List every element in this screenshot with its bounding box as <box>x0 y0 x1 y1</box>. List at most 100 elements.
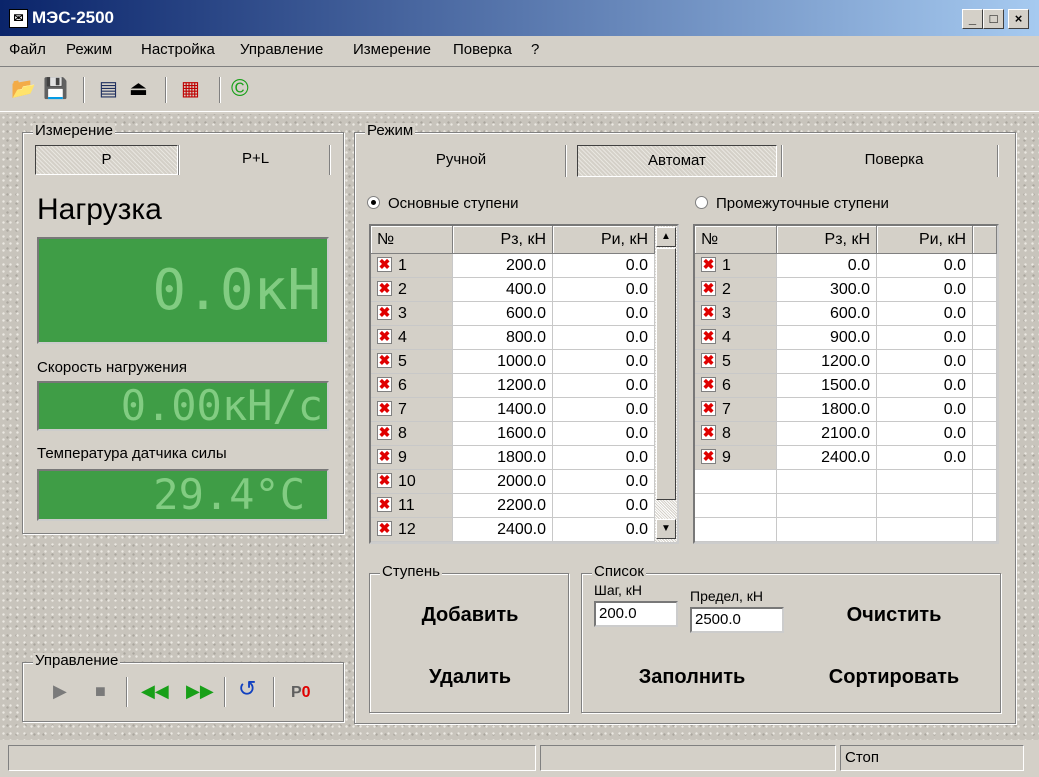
step-checkbox[interactable]: ✖ <box>377 329 392 345</box>
step-checkbox[interactable]: ✖ <box>377 353 392 369</box>
tab-manual[interactable]: Ручной <box>361 145 561 177</box>
table-row[interactable]: ✖ 8 1600.0 0.0 <box>371 422 655 446</box>
open-folder-icon[interactable]: 📂 <box>11 78 36 100</box>
step-checkbox[interactable]: ✖ <box>701 281 716 297</box>
stop-icon[interactable]: ■ <box>95 681 106 701</box>
col-number-header[interactable]: № <box>695 226 777 253</box>
step-number-cell <box>695 470 777 494</box>
step-checkbox[interactable]: ✖ <box>377 305 392 321</box>
table-row[interactable]: ✖ 3 600.0 0.0 <box>371 302 655 326</box>
step-checkbox[interactable]: ✖ <box>377 521 392 537</box>
table-row[interactable]: ✖ 4 900.0 0.0 <box>695 326 997 350</box>
col-target-header[interactable]: Рз, кН <box>777 226 877 253</box>
tab-auto[interactable]: Автомат <box>577 145 777 177</box>
spare-cell <box>973 374 997 398</box>
maximize-button[interactable]: □ <box>983 9 1004 29</box>
table-row[interactable]: ✖ 9 1800.0 0.0 <box>371 446 655 470</box>
copyright-icon[interactable]: © <box>231 77 249 101</box>
col-measured-header[interactable]: Ри, кН <box>553 226 655 253</box>
table-row[interactable]: ✖ 11 2200.0 0.0 <box>371 494 655 518</box>
table-row[interactable]: ✖ 7 1400.0 0.0 <box>371 398 655 422</box>
table-row[interactable] <box>695 470 997 494</box>
table-row[interactable]: ✖ 5 1000.0 0.0 <box>371 350 655 374</box>
scroll-thumb[interactable] <box>656 248 676 500</box>
measured-load-cell <box>877 494 973 518</box>
col-measured-header[interactable]: Ри, кН <box>877 226 973 253</box>
play-icon[interactable]: ▶ <box>53 681 67 701</box>
minimize-button[interactable]: _ <box>962 9 983 29</box>
col-target-header[interactable]: Рз, кН <box>453 226 553 253</box>
close-button[interactable]: × <box>1008 9 1029 29</box>
table-row[interactable] <box>695 518 997 542</box>
step-checkbox[interactable]: ✖ <box>701 305 716 321</box>
table-row[interactable]: ✖ 12 2400.0 0.0 <box>371 518 655 542</box>
tab-verification[interactable]: Поверка <box>789 145 999 177</box>
clear-list-button[interactable]: Очистить <box>804 604 984 627</box>
step-checkbox[interactable]: ✖ <box>701 401 716 417</box>
table-row[interactable]: ✖ 6 1200.0 0.0 <box>371 374 655 398</box>
step-checkbox[interactable]: ✖ <box>377 377 392 393</box>
tab-divider <box>781 145 783 177</box>
save-disk-icon[interactable]: 💾 <box>43 78 68 100</box>
step-checkbox[interactable]: ✖ <box>377 281 392 297</box>
step-checkbox[interactable]: ✖ <box>701 353 716 369</box>
limit-input[interactable]: 2500.0 <box>690 607 784 633</box>
table-row[interactable]: ✖ 5 1200.0 0.0 <box>695 350 997 374</box>
refresh-icon[interactable]: ↺ <box>238 678 256 700</box>
device-reset-icon[interactable]: ▦ <box>181 78 200 100</box>
step-checkbox[interactable]: ✖ <box>701 377 716 393</box>
tab-p-plus-l[interactable]: P+L <box>183 145 328 175</box>
radio-main-steps[interactable]: Основные ступени <box>367 195 519 212</box>
col-number-header[interactable]: № <box>371 226 453 253</box>
table-row[interactable]: ✖ 7 1800.0 0.0 <box>695 398 997 422</box>
scroll-up-button[interactable]: ▲ <box>656 227 676 247</box>
table-row[interactable]: ✖ 1 0.0 0.0 <box>695 254 997 278</box>
sort-list-button[interactable]: Сортировать <box>804 666 984 689</box>
menu-control[interactable]: Управление <box>240 41 323 58</box>
tab-p[interactable]: P <box>35 145 178 175</box>
step-checkbox[interactable]: ✖ <box>701 449 716 465</box>
step-checkbox[interactable]: ✖ <box>377 425 392 441</box>
menu-mode[interactable]: Режим <box>66 41 112 58</box>
table-row[interactable]: ✖ 6 1500.0 0.0 <box>695 374 997 398</box>
table-row[interactable]: ✖ 2 300.0 0.0 <box>695 278 997 302</box>
fast-forward-icon[interactable]: ▶▶ <box>186 681 214 701</box>
menu-measurement[interactable]: Измерение <box>353 41 431 58</box>
step-checkbox[interactable]: ✖ <box>701 257 716 273</box>
table-row[interactable]: ✖ 2 400.0 0.0 <box>371 278 655 302</box>
step-size-input[interactable]: 200.0 <box>594 601 678 627</box>
target-load-cell: 900.0 <box>777 326 877 350</box>
add-step-button[interactable]: Добавить <box>370 604 570 627</box>
step-checkbox[interactable]: ✖ <box>377 401 392 417</box>
step-checkbox[interactable]: ✖ <box>701 329 716 345</box>
menu-verification[interactable]: Поверка <box>453 41 512 58</box>
table-row[interactable]: ✖ 4 800.0 0.0 <box>371 326 655 350</box>
table-row[interactable]: ✖ 1 200.0 0.0 <box>371 254 655 278</box>
table-row[interactable]: ✖ 3 600.0 0.0 <box>695 302 997 326</box>
step-checkbox[interactable]: ✖ <box>377 257 392 273</box>
step-checkbox[interactable]: ✖ <box>377 449 392 465</box>
delete-step-button[interactable]: Удалить <box>370 666 570 689</box>
menu-settings[interactable]: Настройка <box>141 41 215 58</box>
table-row[interactable] <box>695 494 997 518</box>
table-row[interactable]: ✖ 8 2100.0 0.0 <box>695 422 997 446</box>
step-number: 2 <box>398 281 407 298</box>
chart-icon[interactable]: ✉ <box>9 9 28 28</box>
step-checkbox[interactable]: ✖ <box>377 497 392 513</box>
table-row[interactable]: ✖ 10 2000.0 0.0 <box>371 470 655 494</box>
scroll-down-button[interactable]: ▼ <box>656 519 676 539</box>
main-grid-scrollbar[interactable]: ▲ ▼ <box>655 226 677 542</box>
step-checkbox[interactable]: ✖ <box>377 473 392 489</box>
radio-intermediate-steps[interactable]: Промежуточные ступени <box>695 195 889 212</box>
radio-main-indicator <box>367 196 380 209</box>
menu-help[interactable]: ? <box>531 41 539 58</box>
report-icon[interactable]: ▤ <box>99 78 118 100</box>
step-checkbox[interactable]: ✖ <box>701 425 716 441</box>
step-number: 6 <box>722 377 731 394</box>
fill-list-button[interactable]: Заполнить <box>602 666 782 689</box>
printer-icon[interactable]: ⏏ <box>129 78 148 100</box>
menu-file[interactable]: Файл <box>9 41 46 58</box>
rewind-icon[interactable]: ◀◀ <box>141 681 169 701</box>
p0-button[interactable]: P0 <box>291 683 311 703</box>
table-row[interactable]: ✖ 9 2400.0 0.0 <box>695 446 997 470</box>
